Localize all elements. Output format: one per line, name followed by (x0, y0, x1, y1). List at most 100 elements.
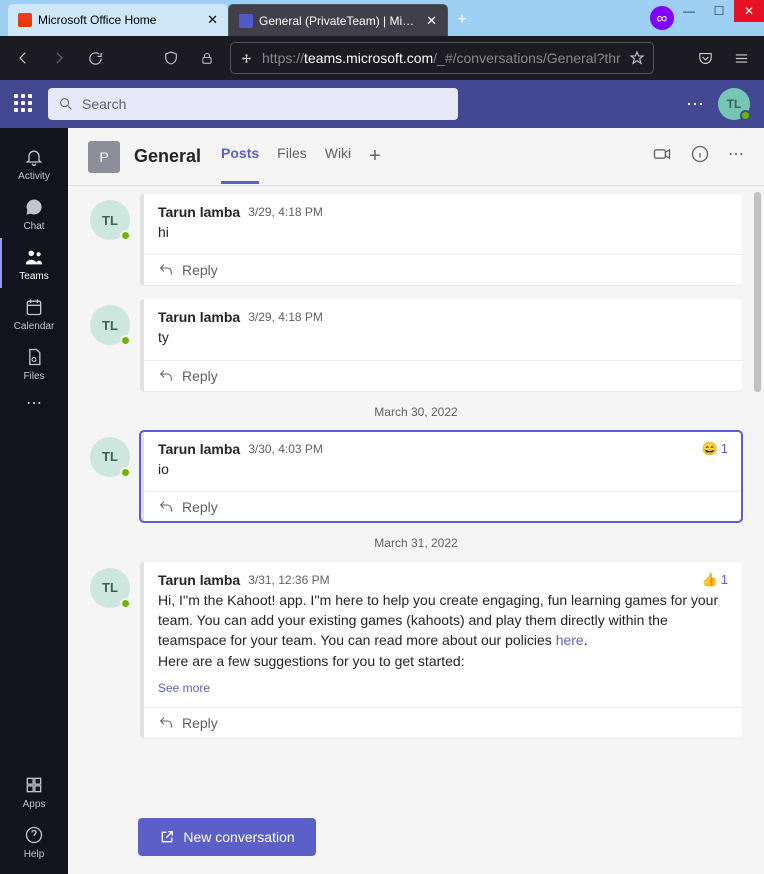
info-button[interactable] (690, 144, 710, 169)
reply-icon (158, 715, 174, 731)
timestamp: 3/29, 4:18 PM (248, 310, 323, 324)
shield-icon[interactable] (158, 45, 184, 71)
pocket-icon[interactable] (692, 45, 718, 71)
lock-icon[interactable] (194, 45, 220, 71)
browser-tab-teams[interactable]: General (PrivateTeam) | Micros ✕ (228, 4, 448, 36)
extension-badge-icon[interactable]: ∞ (650, 6, 674, 30)
address-bar[interactable]: https://teams.microsoft.com/_#/conversat… (230, 42, 654, 74)
rail-chat[interactable]: Chat (0, 188, 68, 238)
app-rail: Activity Chat Teams Calendar Files ⋯ App… (0, 128, 68, 874)
message-text: io (158, 459, 728, 479)
tab-close-icon[interactable]: ✕ (207, 12, 218, 28)
search-icon (58, 96, 74, 112)
rail-files[interactable]: Files (0, 338, 68, 388)
teams-icon (23, 246, 45, 268)
compose-icon (159, 829, 175, 845)
new-conversation-button[interactable]: New conversation (138, 818, 316, 856)
tab-label: Microsoft Office Home (38, 13, 201, 27)
post: TL Tarun lamba 3/29, 4:18 PM hi Reply (90, 194, 742, 285)
message-text: hi (158, 222, 728, 242)
presence-available-icon (120, 467, 131, 478)
reply-icon (158, 262, 174, 278)
browser-menu-button[interactable] (728, 45, 754, 71)
window-close-button[interactable]: ✕ (734, 0, 764, 22)
window-maximize-button[interactable]: ☐ (704, 0, 734, 22)
reaction-pill[interactable]: 😄1 (702, 441, 728, 457)
team-tile[interactable]: P (88, 141, 120, 173)
tab-close-icon[interactable]: ✕ (426, 13, 437, 29)
search-placeholder: Search (82, 96, 126, 112)
channel-more-button[interactable]: ⋯ (728, 144, 744, 169)
author-name[interactable]: Tarun lamba (158, 441, 240, 457)
author-avatar[interactable]: TL (90, 568, 130, 608)
chat-icon (23, 196, 45, 218)
search-input[interactable]: Search (48, 88, 458, 120)
reaction-pill[interactable]: 👍1 (702, 572, 728, 588)
presence-available-icon (120, 230, 131, 241)
app-header: Search ⋯ TL (0, 80, 764, 128)
calendar-icon (23, 296, 45, 318)
header-more-button[interactable]: ⋯ (686, 94, 704, 115)
rail-apps[interactable]: Apps (0, 766, 68, 816)
rail-more[interactable]: ⋯ (0, 388, 68, 420)
post: TL Tarun lamba 3/29, 4:18 PM ty Reply (90, 299, 742, 390)
policies-link[interactable]: here (556, 632, 584, 648)
meet-button[interactable] (652, 144, 672, 169)
author-name[interactable]: Tarun lamba (158, 572, 240, 588)
timestamp: 3/31, 12:36 PM (248, 573, 329, 587)
see-more-button[interactable]: See more (158, 681, 728, 695)
scrollbar-thumb[interactable] (754, 192, 761, 392)
author-name[interactable]: Tarun lamba (158, 309, 240, 325)
author-avatar[interactable]: TL (90, 437, 130, 477)
permissions-icon (239, 51, 254, 66)
rail-teams[interactable]: Teams (0, 238, 68, 288)
presence-available-icon (120, 598, 131, 609)
add-tab-button[interactable]: + (369, 129, 381, 184)
nav-reload-button[interactable] (82, 45, 108, 71)
nav-back-button[interactable] (10, 45, 36, 71)
new-tab-button[interactable]: + (448, 4, 476, 36)
channel-name: General (134, 146, 201, 167)
post: TL Tarun lamba 3/31, 12:36 PM 👍1 Hi, I''m… (90, 562, 742, 738)
window-minimize-button[interactable]: — (674, 0, 704, 22)
author-name[interactable]: Tarun lamba (158, 204, 240, 220)
message-text: ty (158, 327, 728, 347)
author-avatar[interactable]: TL (90, 305, 130, 345)
reply-button[interactable]: Reply (144, 254, 742, 285)
favicon-office-icon (18, 13, 32, 27)
me-avatar[interactable]: TL (718, 88, 750, 120)
timestamp: 3/30, 4:03 PM (248, 442, 323, 456)
tab-label: General (PrivateTeam) | Micros (259, 14, 420, 28)
channel-header: P General Posts Files Wiki + ⋯ (68, 128, 764, 186)
timestamp: 3/29, 4:18 PM (248, 205, 323, 219)
content-area: P General Posts Files Wiki + ⋯ TL Tarun … (68, 128, 764, 874)
reply-button[interactable]: Reply (144, 707, 742, 738)
tab-wiki[interactable]: Wiki (325, 129, 351, 184)
message-list: TL Tarun lamba 3/29, 4:18 PM hi Reply TL … (68, 186, 764, 808)
reply-button[interactable]: Reply (144, 491, 742, 522)
help-icon (23, 824, 45, 846)
bookmark-star-icon[interactable] (629, 50, 645, 66)
date-divider: March 30, 2022 (90, 405, 742, 419)
reply-button[interactable]: Reply (144, 360, 742, 391)
files-icon (23, 346, 45, 368)
favicon-teams-icon (239, 14, 253, 28)
rail-calendar[interactable]: Calendar (0, 288, 68, 338)
url-text: https://teams.microsoft.com/_#/conversat… (262, 50, 621, 66)
app-launcher-button[interactable] (14, 94, 34, 114)
rail-help[interactable]: Help (0, 816, 68, 866)
reply-icon (158, 368, 174, 384)
reply-icon (158, 499, 174, 515)
bell-icon (23, 146, 45, 168)
browser-toolbar: https://teams.microsoft.com/_#/conversat… (0, 36, 764, 80)
presence-available-icon (120, 335, 131, 346)
presence-available-icon (740, 110, 751, 121)
more-icon: ⋯ (23, 392, 45, 414)
nav-forward-button[interactable] (46, 45, 72, 71)
message-text: Hi, I''m the Kahoot! app. I''m here to h… (158, 590, 728, 671)
tab-files[interactable]: Files (277, 129, 307, 184)
browser-tab-office[interactable]: Microsoft Office Home ✕ (8, 4, 228, 36)
author-avatar[interactable]: TL (90, 200, 130, 240)
rail-activity[interactable]: Activity (0, 138, 68, 188)
tab-posts[interactable]: Posts (221, 129, 259, 184)
